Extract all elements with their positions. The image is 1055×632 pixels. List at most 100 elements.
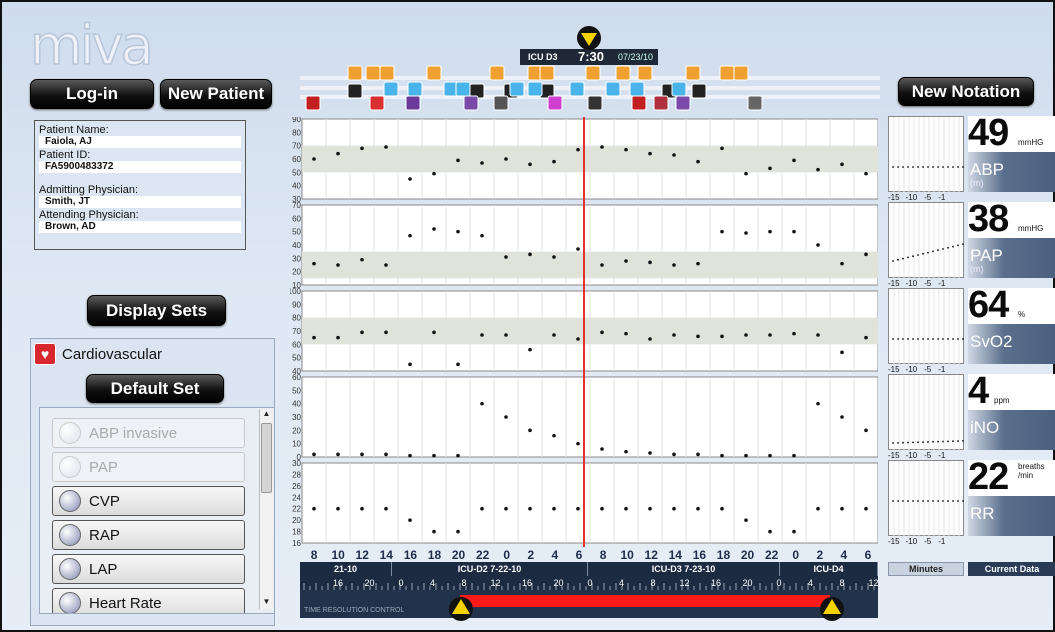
data-point xyxy=(952,166,954,168)
default-set-button[interactable]: Default Set xyxy=(86,374,224,403)
set-item[interactable]: RAP xyxy=(52,520,245,550)
scroll-down-arrow-icon[interactable]: ▼ xyxy=(260,597,273,609)
event-icon[interactable] xyxy=(675,95,691,111)
event-icon[interactable] xyxy=(405,95,421,111)
x-tick-label: 14 xyxy=(669,548,683,561)
event-icon[interactable] xyxy=(369,95,385,111)
resolution-right-handle-icon[interactable] xyxy=(817,594,847,622)
data-point xyxy=(456,362,460,367)
event-icon[interactable] xyxy=(455,81,471,97)
y-tick-label: 100 xyxy=(290,287,302,296)
event-icon[interactable] xyxy=(685,65,701,81)
event-icon[interactable] xyxy=(605,81,621,97)
event-icon[interactable] xyxy=(653,95,669,111)
data-point xyxy=(922,252,924,255)
time-cursor-marker-icon[interactable] xyxy=(573,24,605,52)
event-icon[interactable] xyxy=(383,81,399,97)
time-ruler[interactable]: 16 20 0 4 8 12 16 20 0 4 8 12 16 20 0 4 8 12 xyxy=(300,576,878,590)
x-tick-label: 6 xyxy=(576,548,583,561)
event-icon[interactable] xyxy=(463,95,479,111)
y-tick-label: 40 xyxy=(292,241,301,250)
event-icon[interactable] xyxy=(365,65,381,81)
event-icon[interactable] xyxy=(407,81,423,97)
radio-icon[interactable] xyxy=(59,456,81,478)
ruler-label: 0 xyxy=(776,578,781,588)
event-icon[interactable] xyxy=(539,65,555,81)
event-icon[interactable] xyxy=(747,95,763,111)
mini-axis-ticks: -15 -10 -5 -1 xyxy=(888,537,964,546)
set-item[interactable]: LAP xyxy=(52,554,245,584)
event-icon[interactable] xyxy=(426,65,442,81)
event-icon[interactable] xyxy=(671,81,687,97)
set-list-scrollbar[interactable]: ▲ ▼ xyxy=(259,409,273,609)
event-icon[interactable] xyxy=(379,65,395,81)
event-icon[interactable] xyxy=(347,83,363,99)
event-icon[interactable] xyxy=(631,95,647,111)
data-point xyxy=(942,338,944,340)
data-point xyxy=(504,157,508,161)
event-icon[interactable] xyxy=(305,95,321,111)
data-point xyxy=(384,506,388,511)
data-point xyxy=(937,440,939,443)
y-tick-label: 30 xyxy=(292,254,301,263)
event-icon[interactable] xyxy=(547,95,563,111)
mini-axis-ticks: -15 -10 -5 -1 xyxy=(888,193,964,202)
data-point xyxy=(336,452,340,457)
new-patient-button[interactable]: New Patient xyxy=(160,79,272,109)
radio-icon[interactable] xyxy=(59,524,81,546)
event-icon-row[interactable] xyxy=(300,64,880,116)
set-item-list[interactable]: ABP invasive PAP CVP RAP LAP Heart Rate xyxy=(39,407,275,614)
data-point xyxy=(744,171,748,176)
event-icon[interactable] xyxy=(615,65,631,81)
set-item-label: CVP xyxy=(89,492,120,510)
time-resolution-control[interactable]: TIME RESOLUTION CONTROL xyxy=(300,590,878,618)
data-point xyxy=(480,233,484,238)
data-point xyxy=(927,166,929,168)
event-icon[interactable] xyxy=(629,81,645,97)
event-icon[interactable] xyxy=(733,65,749,81)
display-sets-button[interactable]: Display Sets xyxy=(87,295,226,326)
event-icon[interactable] xyxy=(569,81,585,97)
scroll-thumb[interactable] xyxy=(261,423,272,493)
radio-icon[interactable] xyxy=(59,592,81,613)
resolution-left-handle-icon[interactable] xyxy=(446,594,476,622)
ruler-label: 12 xyxy=(679,578,689,588)
data-point xyxy=(408,177,412,181)
data-point xyxy=(552,433,556,438)
event-icon[interactable] xyxy=(493,95,509,111)
event-icon[interactable] xyxy=(585,65,601,81)
scroll-up-arrow-icon[interactable]: ▲ xyxy=(260,409,273,421)
category-row[interactable]: ♥ Cardiovascular xyxy=(34,340,274,368)
event-icon[interactable] xyxy=(587,95,603,111)
data-point xyxy=(937,166,939,168)
category-label: Cardiovascular xyxy=(62,345,163,363)
radio-icon[interactable] xyxy=(59,558,81,580)
set-item[interactable]: Heart Rate xyxy=(52,588,245,613)
event-icon[interactable] xyxy=(347,65,363,81)
event-icon[interactable] xyxy=(719,65,735,81)
data-point xyxy=(962,243,964,246)
event-icon[interactable] xyxy=(637,65,653,81)
data-point xyxy=(892,338,894,340)
data-point xyxy=(912,500,914,502)
resolution-range-bar[interactable] xyxy=(460,595,830,607)
login-button[interactable]: Log-in xyxy=(30,79,154,109)
radio-icon[interactable] xyxy=(59,422,81,444)
y-tick-label: 60 xyxy=(292,340,301,349)
new-notation-button[interactable]: New Notation xyxy=(898,77,1034,106)
event-icon[interactable] xyxy=(691,83,707,99)
data-point xyxy=(696,452,700,457)
data-point xyxy=(648,506,652,511)
event-icon[interactable] xyxy=(527,81,543,97)
data-point xyxy=(312,506,316,511)
set-item[interactable]: CVP xyxy=(52,486,245,516)
radio-icon[interactable] xyxy=(59,490,81,512)
mini-trend-chart xyxy=(888,460,964,537)
data-point xyxy=(897,500,899,502)
set-item[interactable]: PAP xyxy=(52,452,245,482)
set-item[interactable]: ABP invasive xyxy=(52,418,245,448)
event-icon[interactable] xyxy=(489,65,505,81)
y-tick-label: 28 xyxy=(292,470,301,479)
event-icon[interactable] xyxy=(509,81,525,97)
x-tick-label: 2 xyxy=(527,548,534,561)
